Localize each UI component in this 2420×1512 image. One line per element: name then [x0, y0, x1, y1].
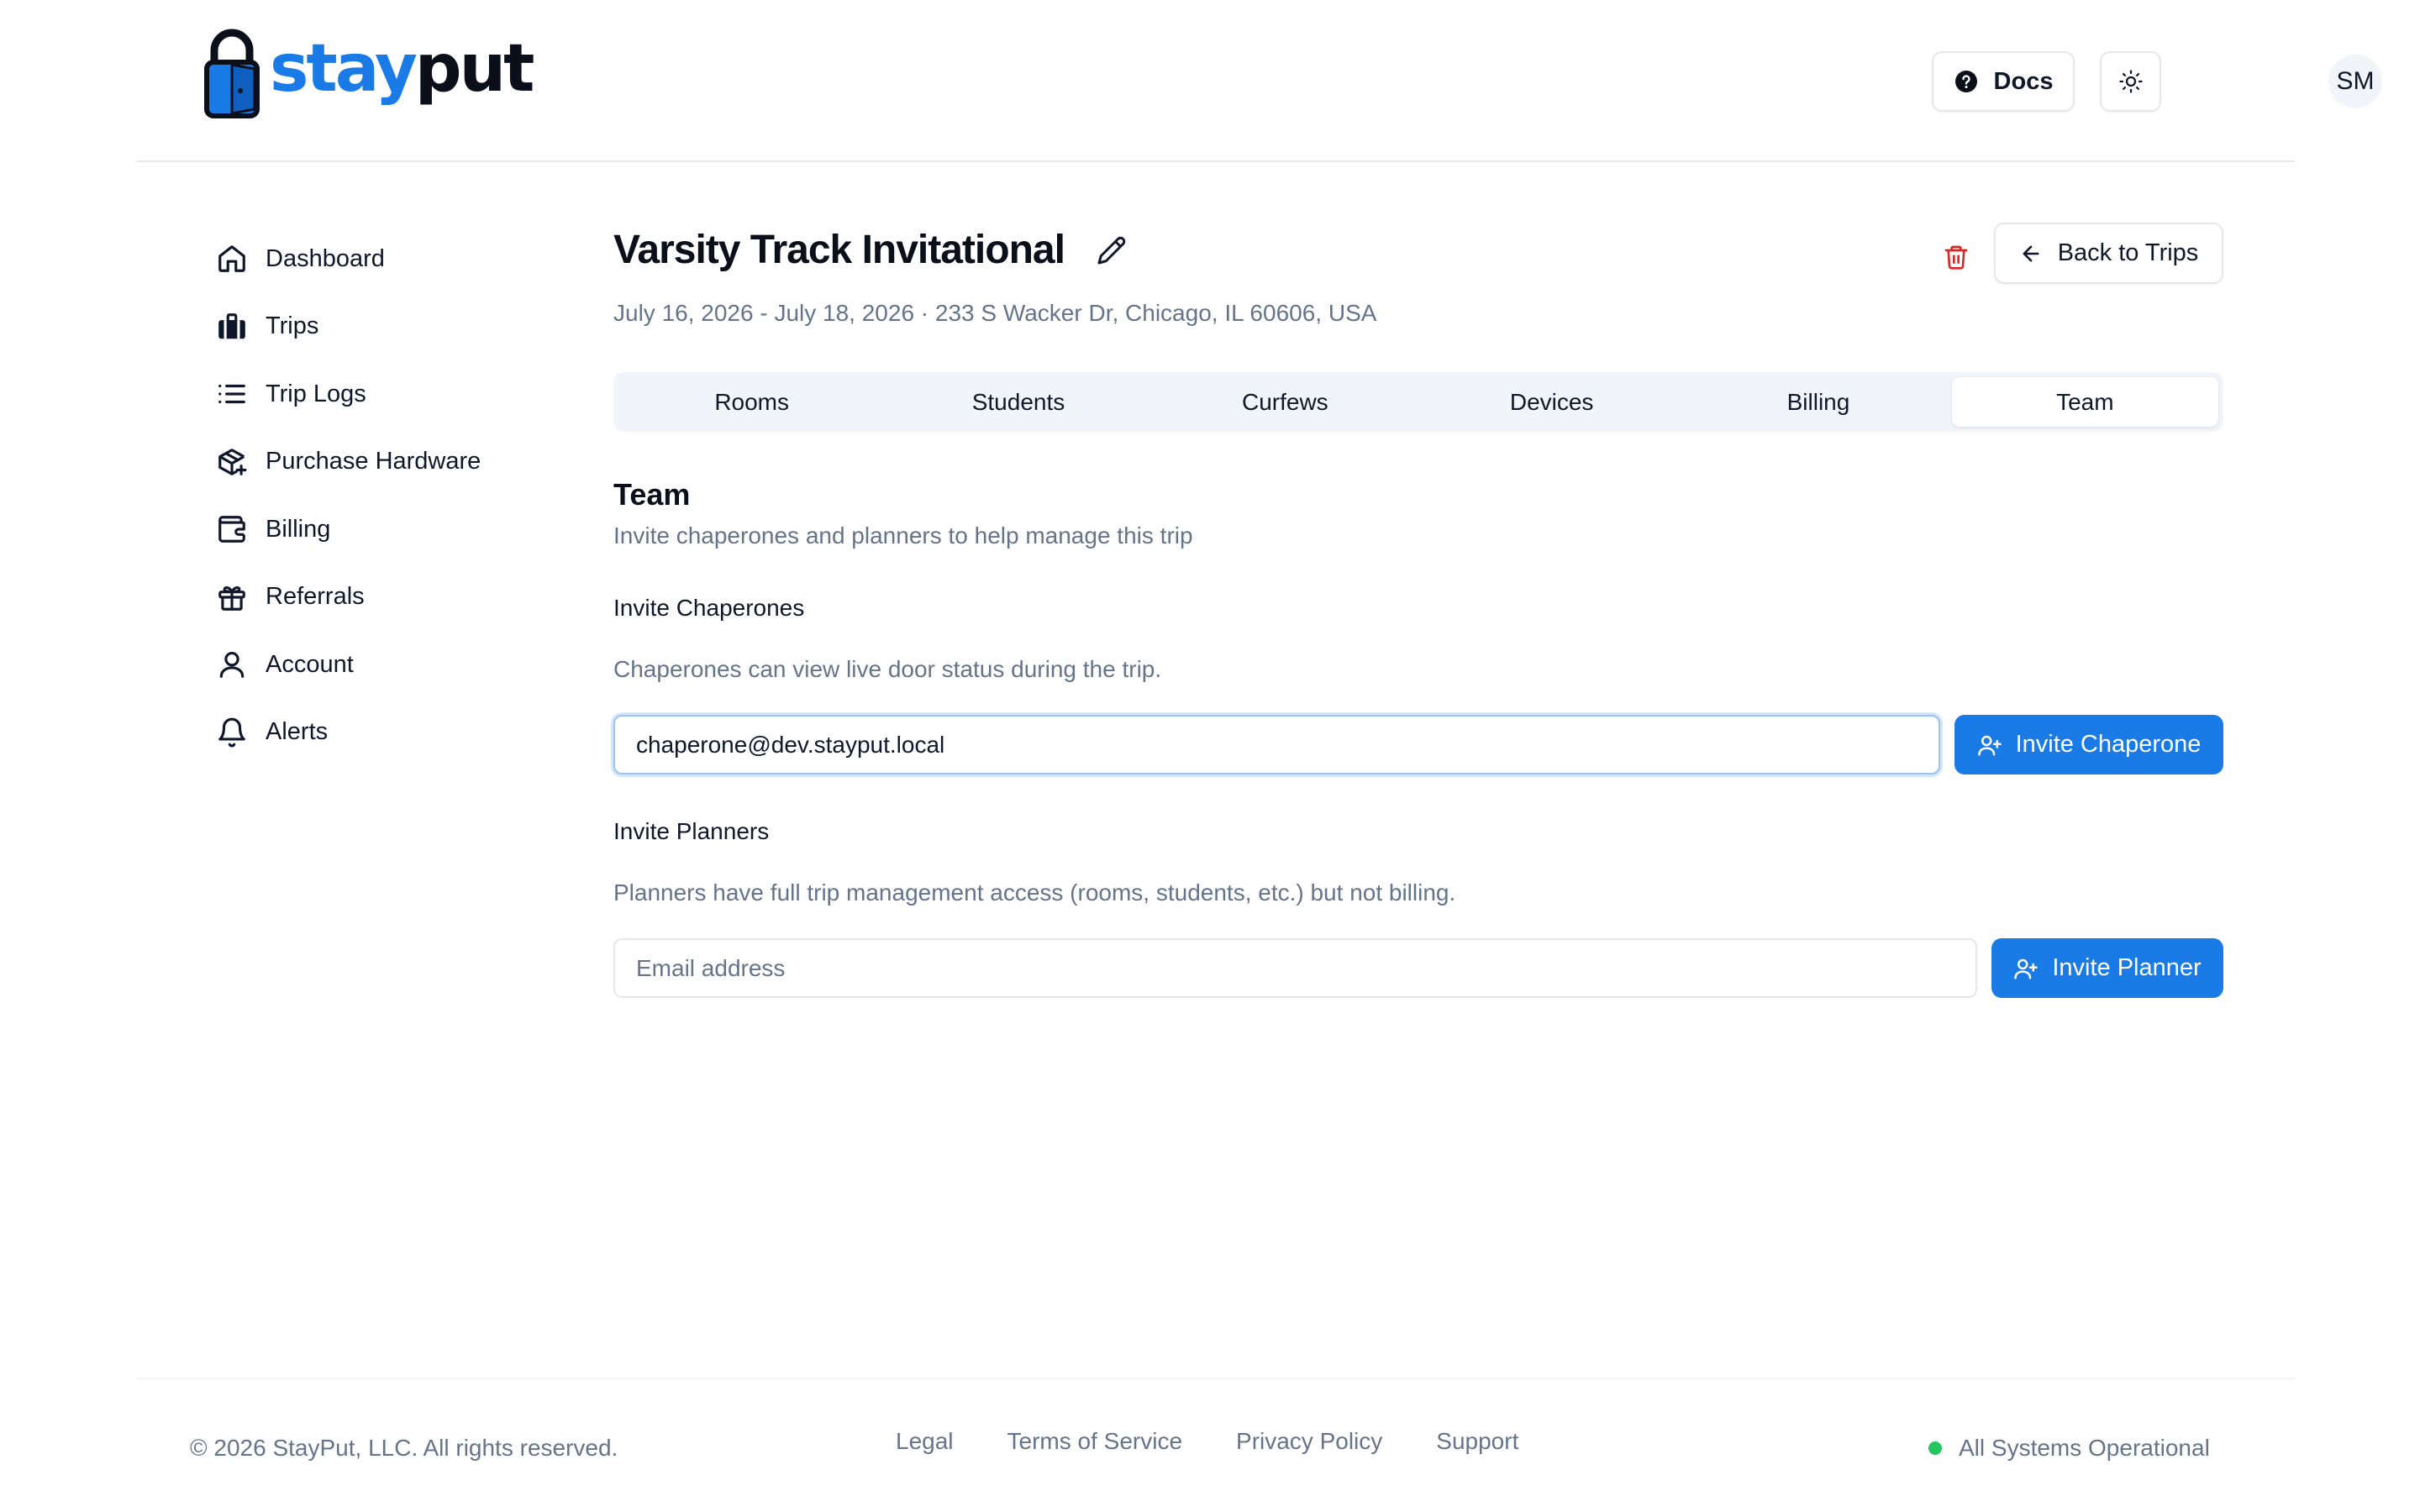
- status-label: All Systems Operational: [1959, 1435, 2210, 1461]
- wallet-icon: [215, 512, 249, 546]
- sidebar-item-trip-logs[interactable]: Trip Logs: [215, 360, 551, 428]
- docs-button[interactable]: Docs: [1932, 51, 2075, 112]
- invite-chaperones-label: Invite Chaperones: [613, 595, 805, 621]
- sidebar-item-label: Purchase Hardware: [266, 448, 481, 475]
- planner-email-input[interactable]: Email address: [613, 938, 1977, 998]
- list-icon: [215, 377, 249, 411]
- help-circle-icon: [1954, 71, 1977, 92]
- footer-link-legal[interactable]: Legal: [896, 1428, 954, 1455]
- gift-icon: [215, 580, 249, 614]
- bell-icon: [215, 716, 249, 749]
- sidebar-item-alerts[interactable]: Alerts: [215, 699, 551, 767]
- theme-toggle-button[interactable]: [2100, 51, 2161, 112]
- sidebar-nav: Dashboard Trips Trip Logs Purchase Hardw…: [215, 225, 551, 766]
- sidebar-item-account[interactable]: Account: [215, 631, 551, 699]
- page-title: Varsity Track Invitational: [613, 228, 1065, 272]
- footer-link-privacy[interactable]: Privacy Policy: [1236, 1428, 1382, 1455]
- sidebar-item-label: Account: [266, 650, 354, 678]
- invite-planner-button[interactable]: Invite Planner: [1991, 938, 2223, 998]
- trip-tabs: Rooms Students Curfews Devices Billing T…: [613, 372, 2223, 432]
- user-icon: [215, 648, 249, 681]
- chaperone-email-value: chaperone@dev.stayput.local: [636, 731, 945, 758]
- trip-subtitle: July 16, 2026 - July 18, 2026 · 233 S Wa…: [613, 300, 1377, 326]
- footer-link-terms[interactable]: Terms of Service: [1007, 1428, 1183, 1455]
- footer-divider: [137, 1378, 2295, 1379]
- footer-links: Legal Terms of Service Privacy Policy Su…: [896, 1428, 1518, 1455]
- invite-planners-label: Invite Planners: [613, 818, 770, 844]
- tab-students[interactable]: Students: [885, 377, 1151, 427]
- invite-chaperone-button[interactable]: Invite Chaperone: [1954, 715, 2223, 774]
- sidebar-item-billing[interactable]: Billing: [215, 496, 551, 564]
- sidebar-item-label: Trip Logs: [266, 380, 366, 407]
- pencil-icon[interactable]: [1097, 235, 1127, 265]
- sidebar-item-purchase-hardware[interactable]: Purchase Hardware: [215, 428, 551, 496]
- luggage-icon: [215, 310, 249, 344]
- app-header: stayput Docs SM: [137, 0, 2382, 162]
- sidebar-item-label: Billing: [266, 515, 331, 543]
- sun-icon: [2118, 70, 2143, 93]
- tab-rooms[interactable]: Rooms: [618, 377, 885, 427]
- system-status[interactable]: All Systems Operational: [1928, 1435, 2210, 1462]
- sidebar-item-label: Alerts: [266, 718, 329, 746]
- trip-title-row: Varsity Track Invitational: [613, 227, 1127, 273]
- back-to-trips-label: Back to Trips: [2057, 239, 2199, 266]
- invite-chaperone-label: Invite Chaperone: [2015, 731, 2202, 758]
- stayput-logo[interactable]: stayput: [203, 25, 534, 119]
- tab-billing[interactable]: Billing: [1685, 377, 1951, 427]
- sidebar-item-label: Referrals: [266, 583, 365, 611]
- invite-planner-label: Invite Planner: [2052, 954, 2202, 981]
- footer-link-support[interactable]: Support: [1436, 1428, 1518, 1455]
- tab-curfews[interactable]: Curfews: [1152, 377, 1418, 427]
- trash-icon: [1944, 245, 1968, 270]
- arrow-left-icon: [2023, 245, 2039, 261]
- logo-wordmark: stayput: [270, 31, 534, 107]
- chaperones-help-text: Chaperones can view live door status dur…: [613, 656, 1162, 682]
- delete-trip-button[interactable]: [1938, 239, 1975, 276]
- planners-help-text: Planners have full trip management acces…: [613, 879, 1456, 906]
- sidebar-item-dashboard[interactable]: Dashboard: [215, 225, 551, 293]
- section-description: Invite chaperones and planners to help m…: [613, 522, 1193, 549]
- padlock-logo-icon: [204, 29, 260, 118]
- avatar-initials: SM: [2336, 67, 2375, 95]
- tab-devices[interactable]: Devices: [1418, 377, 1685, 427]
- user-plus-icon: [2014, 958, 2039, 979]
- footer-copyright: © 2026 StayPut, LLC. All rights reserved…: [190, 1435, 618, 1461]
- back-to-trips-button[interactable]: Back to Trips: [1994, 223, 2223, 284]
- sidebar-item-trips[interactable]: Trips: [215, 293, 551, 361]
- status-dot-icon: [1928, 1441, 1942, 1455]
- section-title: Team: [613, 477, 691, 512]
- tab-team[interactable]: Team: [1951, 377, 2218, 427]
- package-plus-icon: [215, 445, 249, 479]
- user-plus-icon: [1977, 735, 2002, 755]
- sidebar-item-label: Trips: [266, 312, 319, 340]
- docs-label: Docs: [1993, 67, 2054, 95]
- chaperone-email-input[interactable]: chaperone@dev.stayput.local: [613, 715, 1940, 774]
- planner-email-placeholder: Email address: [636, 954, 786, 981]
- user-avatar[interactable]: SM: [2328, 55, 2382, 108]
- home-icon: [215, 242, 249, 276]
- sidebar-item-label: Dashboard: [266, 244, 385, 272]
- sidebar-item-referrals[interactable]: Referrals: [215, 564, 551, 632]
